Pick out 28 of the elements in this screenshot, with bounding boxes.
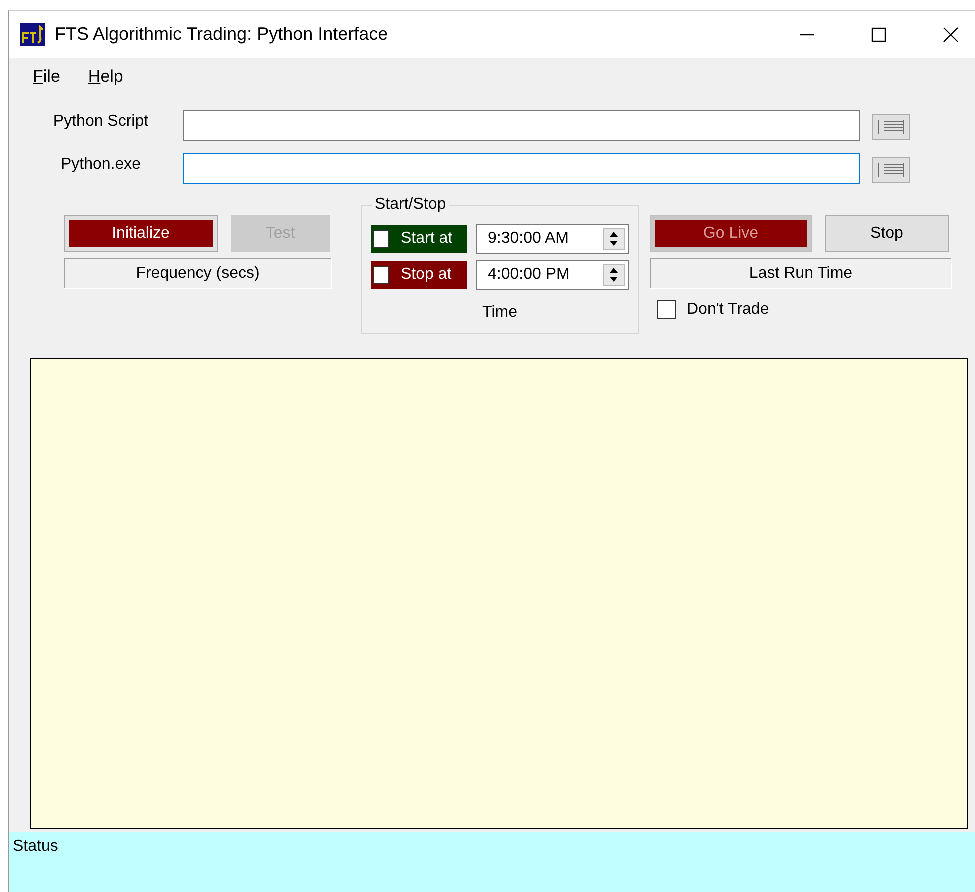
menu-item[interactable]: File [25,65,68,89]
field-label: Python Script [52,112,150,131]
menu-item[interactable]: Help [80,65,132,89]
list-icon [876,161,906,179]
time-picker[interactable]: 9:30:00 AM [476,224,629,254]
browse-button[interactable] [872,157,910,183]
maximize-icon[interactable] [871,26,887,42]
chart-icon [20,23,45,46]
group-title: Start/Stop [372,196,450,214]
checkbox[interactable]: Stop at [371,261,467,289]
spinner-icon[interactable] [603,264,625,286]
button[interactable]: Stop [825,215,949,252]
browse-button[interactable] [872,114,910,140]
time-label: Time [482,304,518,322]
checkbox[interactable]: Don't Trade [657,300,952,319]
frequency-label: Frequency (secs) [64,258,332,289]
spinner-icon[interactable] [603,228,625,250]
input-field[interactable] [183,110,860,141]
close-icon[interactable] [943,26,959,42]
last-run-time-label: Last Run Time [650,258,952,289]
window-title: FTS Algorithmic Trading: Python Interface [55,24,388,45]
checkbox[interactable]: Start at [371,225,467,253]
input-field[interactable] [183,153,860,184]
field-label: Python.exe [60,155,142,174]
status-bar: Status [9,832,975,892]
list-icon [876,118,906,136]
button[interactable]: Initialize [64,215,218,252]
time-picker[interactable]: 4:00:00 PM [476,260,629,290]
